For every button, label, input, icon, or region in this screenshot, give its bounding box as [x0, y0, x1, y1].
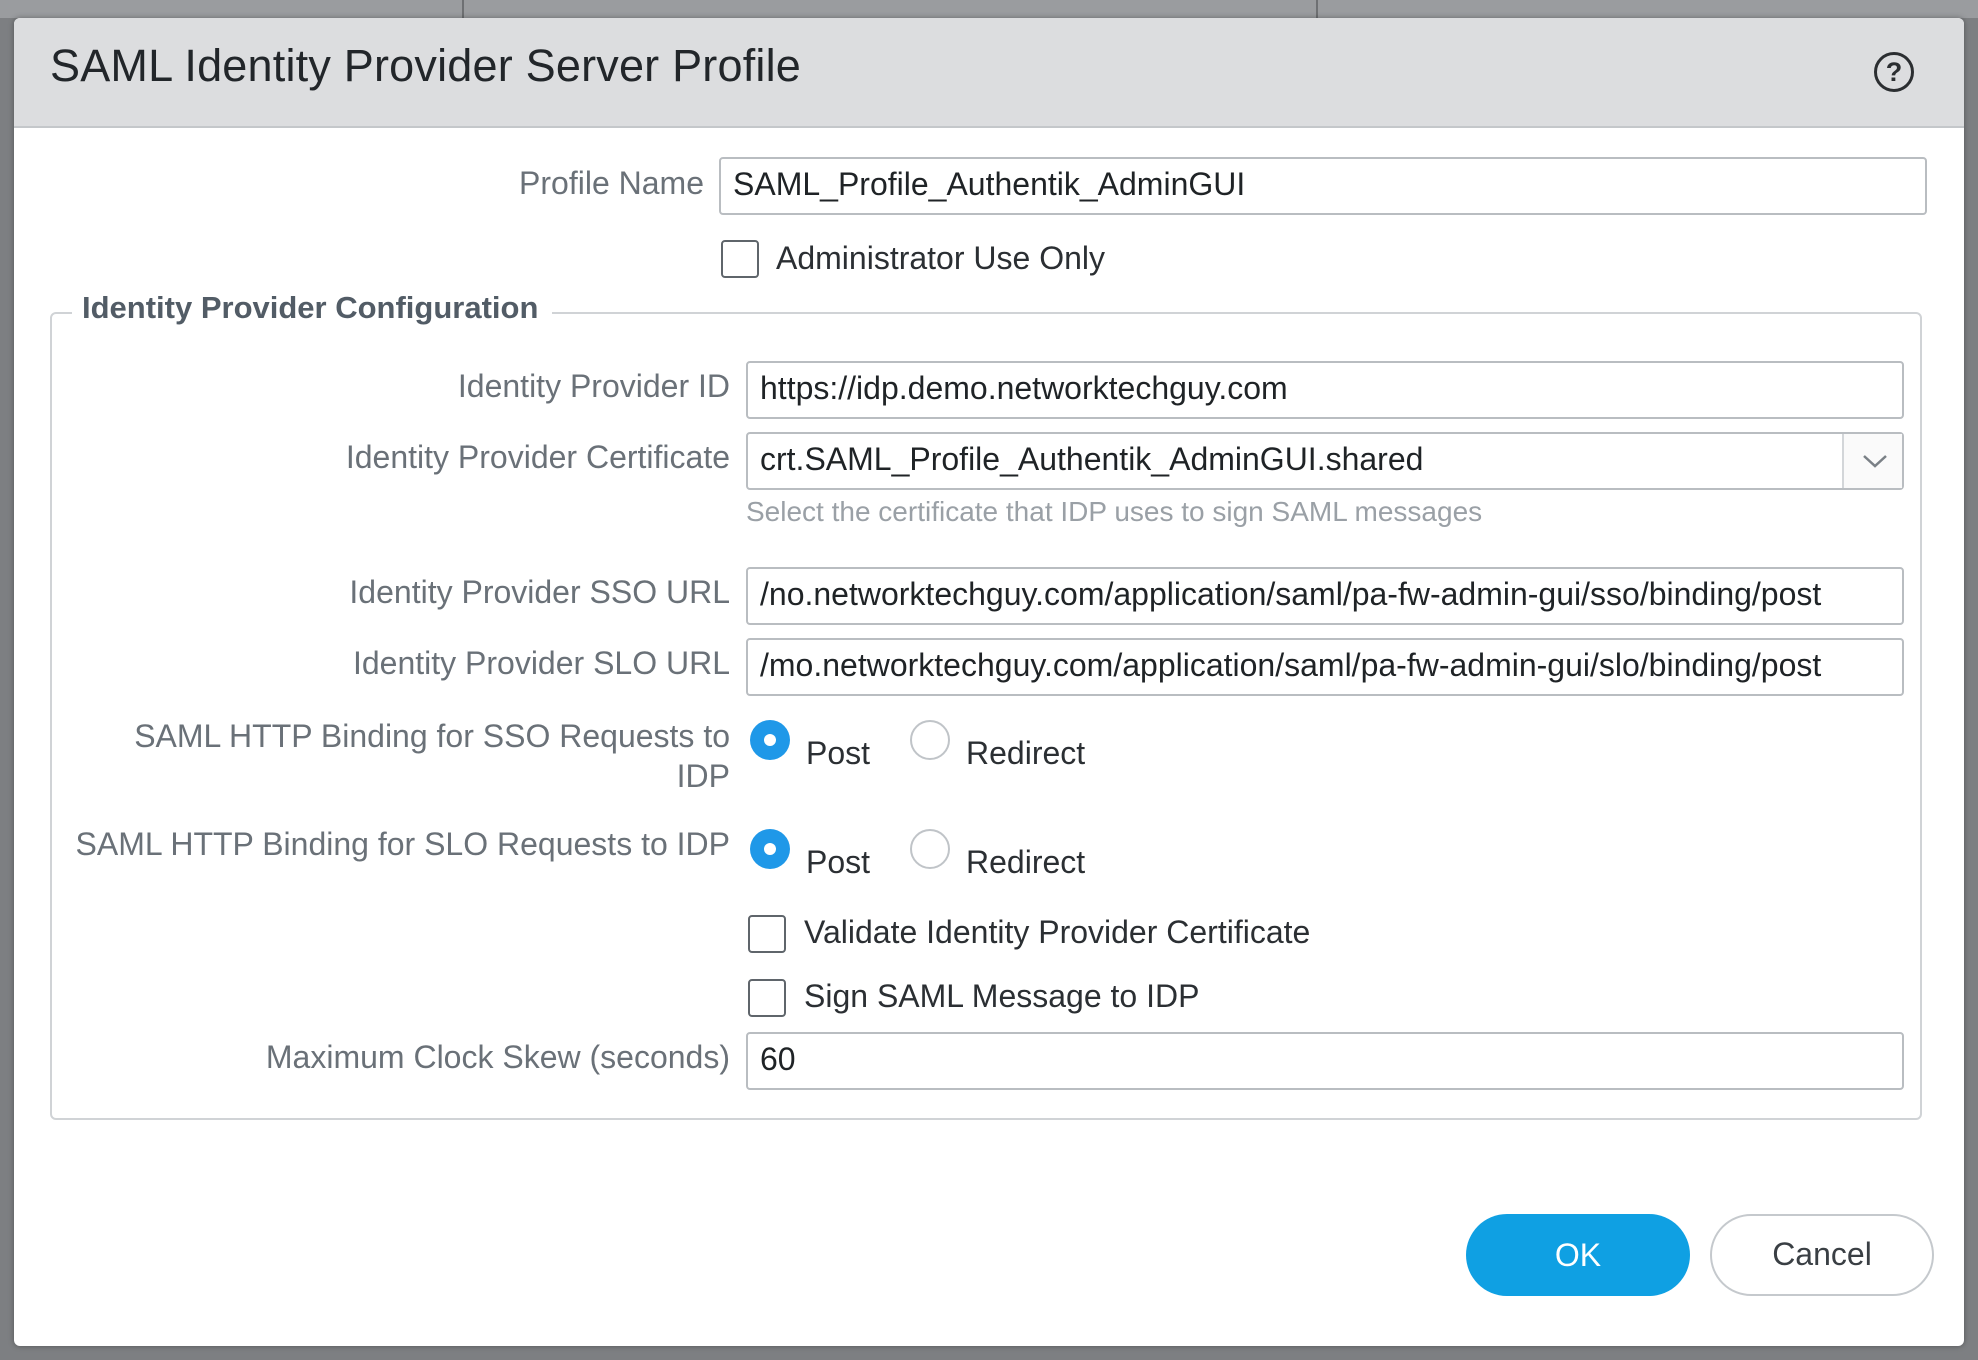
sso-binding-label-line2: IDP — [676, 758, 730, 794]
identity-provider-certificate-select[interactable]: crt.SAML_Profile_Authentik_AdminGUI.shar… — [746, 432, 1904, 490]
profile-name-input[interactable]: SAML_Profile_Authentik_AdminGUI — [719, 157, 1927, 215]
sso-url-input[interactable]: no.networktechguy.com/application/saml/p… — [746, 567, 1904, 625]
slo-binding-redirect-radio[interactable] — [910, 829, 950, 869]
saml-idp-profile-dialog: SAML Identity Provider Server Profile ? … — [14, 18, 1964, 1346]
administrator-use-only-label: Administrator Use Only — [776, 240, 1105, 276]
clock-skew-label: Maximum Clock Skew (seconds) — [265, 1039, 730, 1075]
identity-provider-configuration-legend: Identity Provider Configuration — [72, 290, 553, 326]
background-divider — [462, 0, 464, 18]
dialog-title: SAML Identity Provider Server Profile — [50, 40, 802, 91]
identity-provider-id-label: Identity Provider ID — [457, 368, 730, 404]
dialog-header: SAML Identity Provider Server Profile ? — [14, 18, 1964, 128]
sso-url-label: Identity Provider SSO URL — [349, 574, 730, 610]
background-window — [0, 0, 1978, 18]
sso-binding-label: SAML HTTP Binding for SSO Requests to ID… — [74, 716, 730, 796]
clock-skew-input[interactable]: 60 — [746, 1032, 1904, 1090]
chevron-down-icon — [1863, 455, 1887, 468]
identity-provider-certificate-label: Identity Provider Certificate — [345, 439, 730, 475]
slo-binding-label: SAML HTTP Binding for SLO Requests to ID… — [75, 826, 731, 862]
sso-binding-redirect-label: Redirect — [966, 735, 1086, 771]
identity-provider-id-input[interactable]: https://idp.demo.networktechguy.com — [746, 361, 1904, 419]
slo-url-label: Identity Provider SLO URL — [352, 645, 730, 681]
certificate-dropdown-button[interactable] — [1842, 434, 1902, 488]
slo-binding-redirect-label: Redirect — [966, 844, 1086, 880]
validate-idp-certificate-checkbox[interactable] — [748, 915, 786, 953]
ok-button[interactable]: OK — [1466, 1214, 1690, 1296]
sign-saml-message-label: Sign SAML Message to IDP — [804, 978, 1200, 1014]
slo-binding-post-radio[interactable] — [750, 829, 790, 869]
cancel-button[interactable]: Cancel — [1710, 1214, 1934, 1296]
slo-binding-post-label: Post — [806, 844, 871, 880]
validate-idp-certificate-label: Validate Identity Provider Certificate — [804, 914, 1311, 950]
sso-binding-label-line1: SAML HTTP Binding for SSO Requests to — [134, 718, 730, 754]
background-divider — [1316, 0, 1318, 18]
certificate-hint-text: Select the certificate that IDP uses to … — [746, 496, 1483, 527]
sso-binding-post-label: Post — [806, 735, 871, 771]
sso-binding-post-radio[interactable] — [750, 720, 790, 760]
slo-url-input[interactable]: mo.networktechguy.com/application/saml/p… — [746, 638, 1904, 696]
administrator-use-only-checkbox[interactable] — [721, 240, 759, 278]
sso-binding-redirect-radio[interactable] — [910, 720, 950, 760]
profile-name-label: Profile Name — [519, 165, 704, 201]
sign-saml-message-checkbox[interactable] — [748, 979, 786, 1017]
help-circle-icon[interactable]: ? — [1874, 52, 1914, 92]
